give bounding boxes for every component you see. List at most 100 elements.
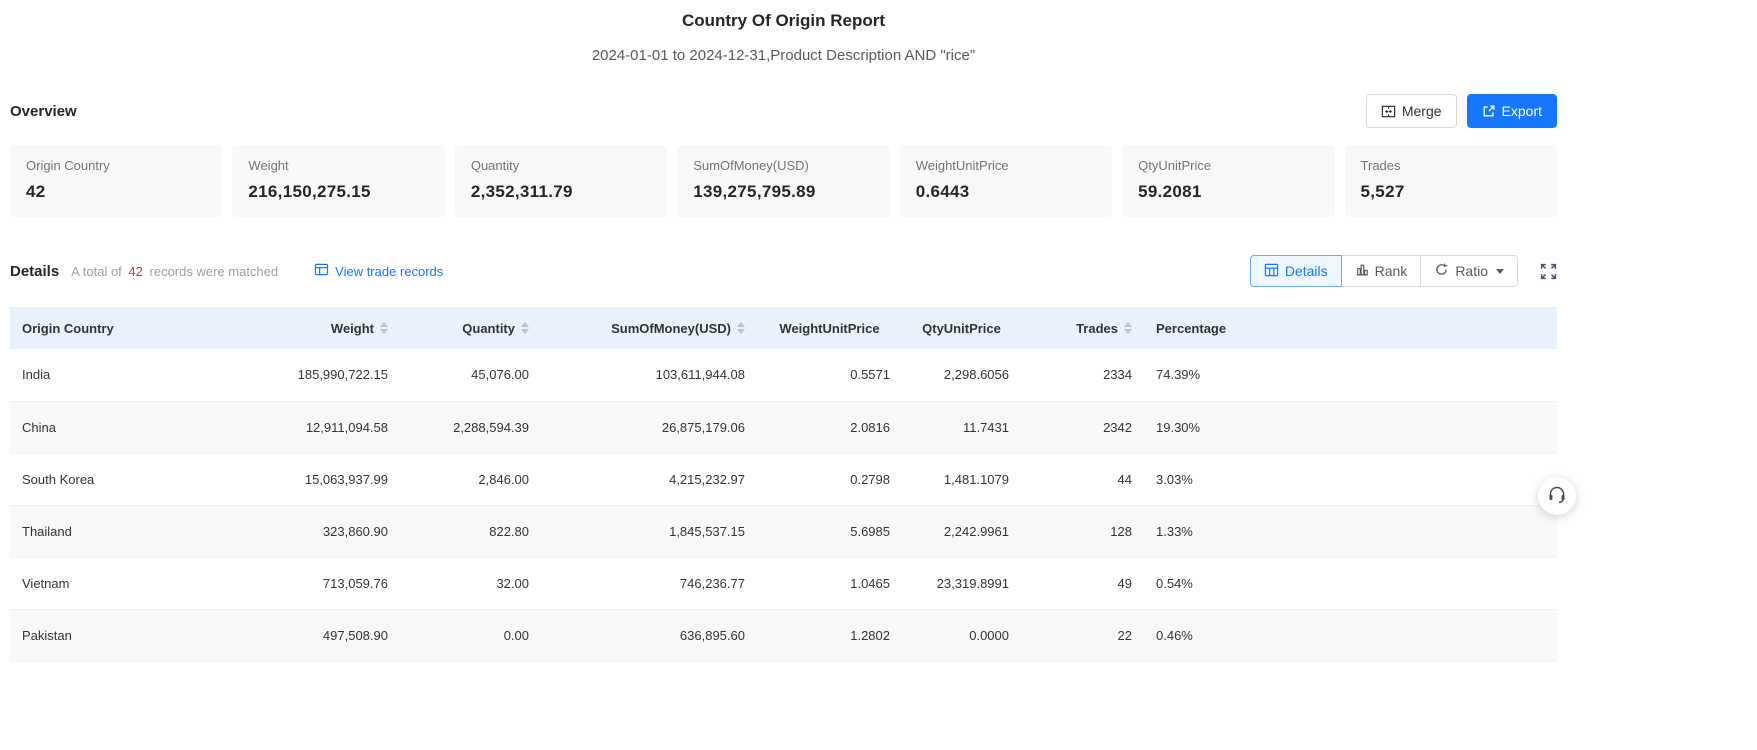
view-trade-records-link[interactable]: View trade records [314,263,443,279]
cell-weightunitprice: 0.2798 [757,453,902,506]
table-row-pakistan[interactable]: Pakistan 497,508.90 0.00 636,895.60 1.2802 0.… [10,609,1557,662]
cell-weightunitprice: 5.6985 [757,505,902,558]
cell-weightunitprice: 1.2802 [757,609,902,662]
cell-percentage: 3.03% [1144,453,1557,506]
stat-card-value: 216,150,275.15 [248,182,371,201]
column-header-trades[interactable]: Trades [1021,307,1144,349]
cell-quantity: 2,288,594.39 [400,401,541,454]
cell-trades: 44 [1021,453,1144,506]
cell-quantity: 822.80 [400,505,541,558]
table-grid-icon [1264,263,1279,280]
cell-qtyunitprice: 1,481.1079 [902,453,1021,506]
stat-card-quantity: Quantity 2,352,311.79 [454,145,668,217]
stat-card-value: 0.6443 [915,182,970,201]
trade-records-icon [314,263,329,279]
cell-origin-country: Vietnam [10,557,266,610]
column-header-quantity[interactable]: Quantity [400,307,541,349]
matched-records-text: A total of 42 records were matched [71,264,278,279]
overview-section-title: Overview [10,102,77,120]
cell-quantity: 2,846.00 [400,453,541,506]
details-left: Details A total of 42 records were match… [10,263,443,280]
cell-percentage: 0.46% [1144,609,1557,662]
cell-sumofmoney-usd: 1,845,537.15 [541,505,757,558]
tab-rank[interactable]: Rank [1340,255,1422,287]
view-trade-records-label: View trade records [335,263,444,279]
cell-percentage: 1.33% [1144,505,1557,558]
table-row-vietnam[interactable]: Vietnam 713,059.76 32.00 746,236.77 1.0465 23… [10,557,1557,610]
cell-origin-country: Pakistan [10,609,266,662]
cell-origin-country: China [10,401,266,454]
rank-bars-icon [1355,263,1369,280]
column-header-label: Trades [1076,320,1118,336]
details-table: Origin Country Weight Quantity SumOfMoney(U… [10,307,1557,662]
stat-card-label: SumOfMoney(USD) [693,158,809,173]
stat-card-label: Weight [248,158,289,173]
cell-percentage: 19.30% [1144,401,1557,454]
export-button[interactable]: Export [1466,94,1557,128]
headset-icon [1547,484,1567,509]
sort-caret-icon[interactable] [521,322,529,334]
matched-suffix: records were matched [149,263,279,279]
fullscreen-expand-icon[interactable] [1540,263,1557,280]
merge-button[interactable]: Merge [1365,94,1457,128]
column-header-weightunitprice: WeightUnitPrice [757,307,902,349]
column-header-label: Weight [330,320,374,336]
column-header-weight[interactable]: Weight [266,307,400,349]
cell-qtyunitprice: 23,319.8991 [902,557,1021,610]
view-switcher: Details Rank Ratio [1249,255,1518,287]
cell-sumofmoney-usd: 26,875,179.06 [541,401,757,454]
tab-details-label: Details [1284,263,1328,279]
cell-trades: 22 [1021,609,1144,662]
cell-quantity: 32.00 [400,557,541,610]
cell-trades: 49 [1021,557,1144,610]
column-header-label: Percentage [1156,320,1227,336]
cell-sumofmoney-usd: 746,236.77 [541,557,757,610]
cell-origin-country: Thailand [10,505,266,558]
stat-card-weight: Weight 216,150,275.15 [232,145,445,217]
table-row-china[interactable]: China 12,911,094.58 2,288,594.39 26,875,179… [10,401,1557,454]
stat-card-label: WeightUnitPrice [915,158,1009,173]
cell-qtyunitprice: 0.0000 [902,609,1021,662]
cell-origin-country: India [10,349,266,402]
table-body: India 185,990,722.15 45,076.00 103,611,944.… [10,349,1557,662]
cell-weight: 12,911,094.58 [266,401,400,454]
stat-card-qty-unit-price: QtyUnitPrice 59.2081 [1122,145,1335,217]
sort-caret-icon[interactable] [737,322,745,334]
column-header-label: SumOfMoney(USD) [611,320,731,336]
table-head-row: Origin Country Weight Quantity SumOfMoney(U… [10,307,1557,349]
report-subtitle: 2024-01-01 to 2024-12-31,Product Descrip… [591,47,976,64]
cell-trades: 2342 [1021,401,1144,454]
stat-card-weight-unit-price: WeightUnitPrice 0.6443 [899,145,1113,217]
export-icon [1482,104,1496,118]
cell-weightunitprice: 2.0816 [757,401,902,454]
details-bar: Details A total of 42 records were match… [10,255,1557,287]
stat-card-label: Quantity [470,158,520,173]
tab-ratio[interactable]: Ratio [1420,255,1518,287]
table-row-india[interactable]: India 185,990,722.15 45,076.00 103,611,944.… [10,349,1557,402]
column-header-qtyunitprice: QtyUnitPrice [902,307,1021,349]
cell-qtyunitprice: 2,298.6056 [902,349,1021,402]
page-title: Country Of Origin Report [681,11,886,30]
support-float-button[interactable] [1538,477,1576,515]
page: Country Of Origin Report 2024-01-01 to 2… [0,0,1757,750]
stat-card-value: 139,275,795.89 [693,182,816,201]
overview-cards: Origin Country 42 Weight 216,150,275.15 … [10,145,1557,217]
stat-card-origin-country: Origin Country 42 [10,145,223,217]
stat-card-value: 2,352,311.79 [470,182,573,201]
column-header-sumofmoney-usd[interactable]: SumOfMoney(USD) [541,307,757,349]
cell-trades: 128 [1021,505,1144,558]
cell-percentage: 74.39% [1144,349,1557,402]
stat-card-sum-of-money: SumOfMoney(USD) 139,275,795.89 [677,145,890,217]
sort-caret-icon[interactable] [1124,322,1132,334]
cell-weight: 323,860.90 [266,505,400,558]
overview-bar: Overview Merge Export [10,94,1557,128]
caret-down-icon [1496,268,1504,274]
stat-card-value: 5,527 [1360,182,1405,201]
column-header-percentage: Percentage [1144,307,1557,349]
stat-card-value: 42 [26,182,46,201]
table-row-south-korea[interactable]: South Korea 15,063,937.99 2,846.00 4,215,23… [10,453,1557,506]
table-row-thailand[interactable]: Thailand 323,860.90 822.80 1,845,537.15 5.69… [10,505,1557,558]
stat-card-label: QtyUnitPrice [1138,158,1212,173]
sort-caret-icon[interactable] [380,322,388,334]
tab-details[interactable]: Details [1249,255,1342,287]
